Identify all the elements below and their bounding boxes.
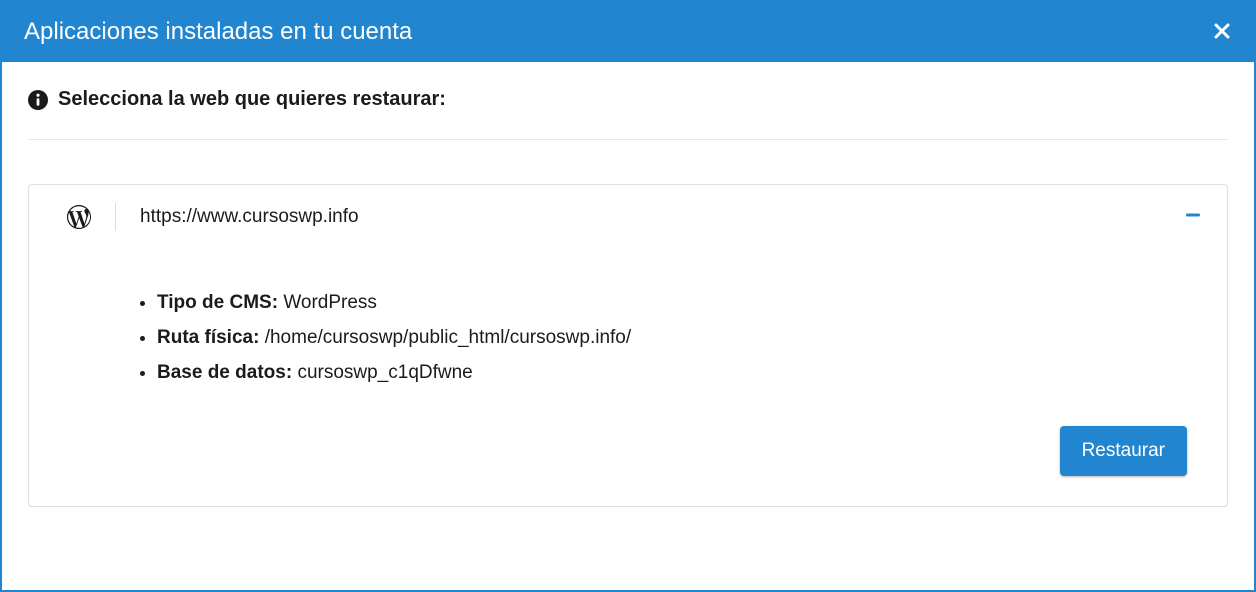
modal-header: Aplicaciones instaladas en tu cuenta [2, 2, 1254, 62]
cms-value: WordPress [283, 292, 377, 313]
wordpress-icon [67, 205, 91, 229]
close-icon[interactable] [1210, 21, 1234, 43]
info-icon [28, 90, 48, 110]
modal-dialog: Aplicaciones instaladas en tu cuenta Sel… [0, 0, 1256, 592]
list-item: Ruta física: /home/cursoswp/public_html/… [157, 320, 1187, 355]
detail-list: Tipo de CMS: WordPress Ruta física: /hom… [69, 285, 1187, 390]
db-value: cursoswp_c1qDfwne [297, 362, 472, 383]
modal-title: Aplicaciones instaladas en tu cuenta [24, 18, 412, 46]
cms-label: Tipo de CMS: [157, 292, 283, 313]
restore-button[interactable]: Restaurar [1060, 426, 1187, 476]
divider [115, 203, 116, 231]
site-panel: https://www.cursoswp.info Tipo de CMS: W… [28, 184, 1228, 507]
list-item: Base de datos: cursoswp_c1qDfwne [157, 355, 1187, 390]
subtitle: Selecciona la web que quieres restaurar: [58, 88, 446, 111]
panel-header[interactable]: https://www.cursoswp.info [29, 185, 1227, 249]
path-label: Ruta física: [157, 327, 265, 348]
subtitle-row: Selecciona la web que quieres restaurar: [28, 88, 1228, 140]
panel-body: Tipo de CMS: WordPress Ruta física: /hom… [29, 249, 1227, 506]
path-value: /home/cursoswp/public_html/cursoswp.info… [265, 327, 631, 348]
db-label: Base de datos: [157, 362, 297, 383]
minus-icon[interactable] [1181, 207, 1205, 227]
site-url: https://www.cursoswp.info [140, 206, 1181, 228]
modal-body: Selecciona la web que quieres restaurar:… [2, 62, 1254, 590]
action-row: Restaurar [69, 426, 1187, 476]
list-item: Tipo de CMS: WordPress [157, 285, 1187, 320]
